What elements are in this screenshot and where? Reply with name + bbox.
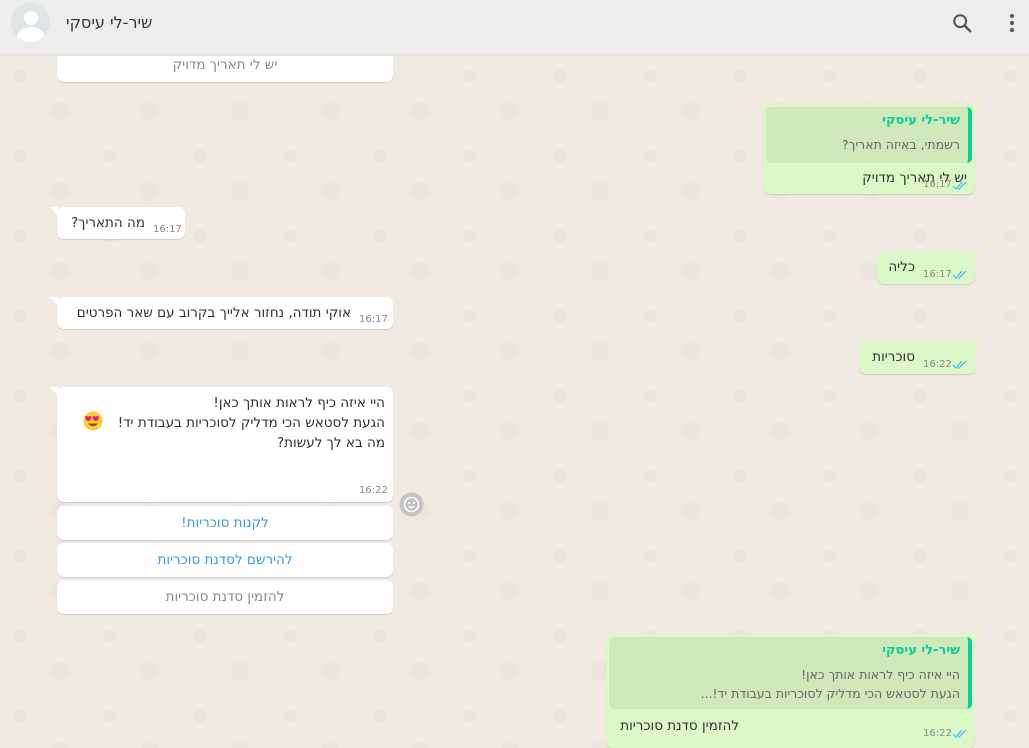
quote-text: היי איזה כיף לראות אותך כאן! [801,667,960,682]
contact-name[interactable]: שיר-לי עיסקי [66,13,152,32]
message-text: אוקי תודה, נחזור אלייך בקרוב עם שאר הפרט… [76,305,351,321]
quote-author: שיר-לי עיסקי [882,113,960,128]
incoming-message: מה התאריך? 16:17 [50,207,185,239]
quick-reply-buy-candies-button[interactable]: לקנות סוכריות! [57,506,393,540]
incoming-message: אוקי תודה, נחזור אלייך בקרוב עם שאר הפרט… [50,297,393,329]
message-time: 16:22 [359,485,388,496]
message-text: כליה [888,259,915,275]
message-text: להזמין סדנת סוכריות [620,718,739,734]
message-line: הגעת לסטאש הכי מדליק לסוכריות בעבודת יד! [117,415,385,431]
emoji-reaction-icon[interactable] [399,492,424,517]
outgoing-message: שיר-לי עיסקי היי איזה כיף לראות אותך כאן… [606,634,982,748]
message-line: מה בא לך לעשות? [276,435,385,451]
chat-header: שיר-לי עיסקי [0,0,1029,55]
quick-reply-order-workshop-button[interactable]: להזמין סדנת סוכריות [57,580,393,614]
read-ticks-icon [952,181,967,191]
read-ticks-icon [952,729,967,739]
quote-text: רשמתי, באיזה תאריך? [842,137,960,152]
message-time: 16:17 [923,269,952,280]
chat-area[interactable]: יש לי תאריך מדויק שיר-לי עיסקי רשמתי, בא… [0,56,1029,748]
message-time: 16:22 [923,359,952,370]
quoted-message[interactable]: שיר-לי עיסקי היי איזה כיף לראות אותך כאן… [609,637,972,709]
quick-reply-button[interactable]: יש לי תאריך מדויק [57,56,393,82]
message-text: מה התאריך? [70,215,145,231]
outgoing-message: סוכריות 16:22 [859,342,982,374]
search-icon[interactable] [951,12,973,34]
incoming-message: היי איזה כיף לראות אותך כאן! הגעת לסטאש … [50,387,393,502]
avatar[interactable] [11,3,50,42]
quick-reply-register-workshop-button[interactable]: להירשם לסדנת סוכריות [57,543,393,577]
outgoing-message: כליה 16:17 [877,252,982,284]
read-ticks-icon [952,360,967,370]
read-ticks-icon [952,270,967,280]
message-line: היי איזה כיף לראות אותך כאן! [213,395,385,411]
quoted-message[interactable]: שיר-לי עיסקי רשמתי, באיזה תאריך? [766,107,972,163]
heart-eyes-emoji-icon [83,411,103,431]
message-text: סוכריות [872,349,915,365]
quote-text: הגעת לסטאש הכי מדליק לסוכריות בעבודת יד!… [700,686,960,701]
quote-author: שיר-לי עיסקי [882,643,960,658]
message-time: 16:22 [923,728,952,739]
message-time: 16:17 [153,224,182,235]
outgoing-message: שיר-לי עיסקי רשמתי, באיזה תאריך? יש לי ת… [763,104,982,194]
message-time: 16:17 [359,314,388,325]
menu-icon[interactable] [1002,12,1022,34]
message-time: 16:17 [923,179,952,190]
